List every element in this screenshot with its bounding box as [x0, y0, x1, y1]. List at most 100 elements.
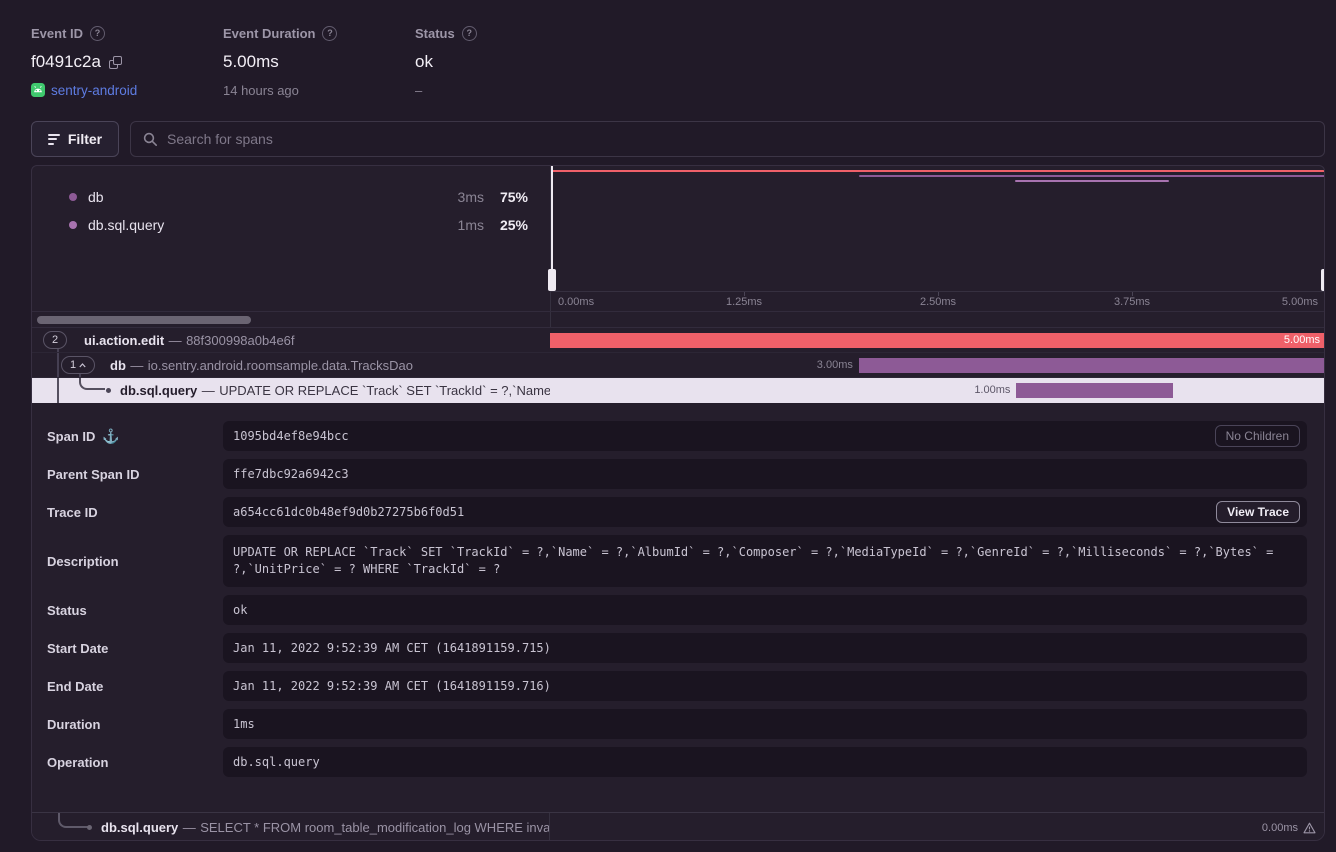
tree-guide-line: [57, 349, 59, 352]
event-duration-column: Event Duration ? 5.00ms 14 hours ago: [223, 24, 415, 99]
tree-scrollbar-thumb[interactable]: [37, 316, 251, 324]
span-bar[interactable]: [550, 333, 1325, 348]
filter-icon: [48, 134, 60, 145]
children-count: 2: [52, 334, 58, 346]
detail-value-box: db.sql.query: [223, 747, 1307, 777]
ops-row-db-sql-query[interactable]: db.sql.query 1ms 25%: [69, 211, 528, 239]
separator: —: [130, 358, 143, 373]
status-value: ok: [415, 52, 433, 72]
help-icon[interactable]: ?: [322, 26, 337, 41]
span-row-ui-action-edit[interactable]: 2 ui.action.edit — 88f300998a0b4e6f 5.00…: [32, 328, 1324, 353]
start-date-value: Jan 11, 2022 9:52:39 AM CET (1641891159.…: [233, 640, 551, 657]
op-duration: 3ms: [440, 189, 484, 205]
operation-value: db.sql.query: [233, 754, 320, 771]
event-id-label: Event ID: [31, 26, 83, 41]
detail-label: Status: [47, 603, 87, 618]
event-id-value: f0491c2a: [31, 52, 101, 72]
detail-row-end-date: End Date Jan 11, 2022 9:52:39 AM CET (16…: [47, 671, 1307, 701]
trace-minimap[interactable]: [551, 166, 1325, 291]
detail-row-span-id: Span ID ⚓ 1095bd4ef8e94bcc No Children: [47, 421, 1307, 451]
span-row-db[interactable]: 1 db — io.sentry.android.roomsample.data…: [32, 353, 1324, 378]
span-dot: [106, 388, 111, 393]
axis-label: 5.00ms: [1282, 296, 1318, 308]
span-description: SELECT * FROM room_table_modification_lo…: [200, 820, 550, 835]
tree-guide-line: [57, 353, 59, 377]
detail-value-box: 1ms: [223, 709, 1307, 739]
detail-row-operation: Operation db.sql.query: [47, 747, 1307, 777]
children-toggle[interactable]: 2: [43, 331, 67, 349]
children-toggle[interactable]: 1: [61, 356, 95, 374]
span-row-db-sql-query-selected[interactable]: db.sql.query — UPDATE OR REPLACE `Track`…: [32, 378, 1324, 403]
span-description: 88f300998a0b4e6f: [186, 333, 294, 348]
anchor-icon[interactable]: ⚓: [102, 429, 119, 443]
span-id-value: 1095bd4ef8e94bcc: [233, 428, 349, 445]
detail-label: Start Date: [47, 641, 108, 656]
minimap-left-grip[interactable]: [548, 269, 556, 291]
span-duration: 5.00ms: [1284, 334, 1320, 347]
detail-row-duration: Duration 1ms: [47, 709, 1307, 739]
span-duration: 0.00ms: [1262, 822, 1298, 834]
copy-icon[interactable]: [109, 56, 122, 69]
filter-button[interactable]: Filter: [31, 121, 119, 157]
filter-button-label: Filter: [68, 131, 102, 147]
minimap-right-grip[interactable]: [1321, 269, 1325, 291]
tree-connector: [58, 813, 89, 828]
separator: —: [183, 820, 196, 835]
children-count: 1: [70, 359, 76, 371]
event-duration-label: Event Duration: [223, 26, 315, 41]
detail-row-description: Description UPDATE OR REPLACE `Track` SE…: [47, 535, 1307, 587]
status-sub: –: [415, 83, 422, 98]
trace-id-value: a654cc61dc0b48ef9d0b27275b6f0d51: [233, 504, 464, 521]
detail-value-box: a654cc61dc0b48ef9d0b27275b6f0d51 View Tr…: [223, 497, 1307, 527]
detail-value-box: Jan 11, 2022 9:52:39 AM CET (1641891159.…: [223, 633, 1307, 663]
ops-row-db[interactable]: db 3ms 75%: [69, 183, 528, 211]
detail-row-trace-id: Trace ID a654cc61dc0b48ef9d0b27275b6f0d5…: [47, 497, 1307, 527]
detail-value-box: UPDATE OR REPLACE `Track` SET `TrackId` …: [223, 535, 1307, 587]
tree-scrollbar: [32, 311, 1324, 328]
status-column: Status ? ok –: [415, 24, 607, 99]
op-color-dot: [69, 221, 77, 229]
detail-value-box: ok: [223, 595, 1307, 625]
end-date-value: Jan 11, 2022 9:52:39 AM CET (1641891159.…: [233, 678, 551, 695]
help-icon[interactable]: ?: [462, 26, 477, 41]
detail-label: Operation: [47, 755, 108, 770]
project-link[interactable]: sentry-android: [51, 83, 137, 98]
span-op: db: [110, 358, 126, 373]
span-bar[interactable]: [1016, 383, 1173, 398]
span-duration: 1.00ms: [974, 384, 1010, 397]
description-value: UPDATE OR REPLACE `Track` SET `TrackId` …: [233, 544, 1297, 578]
detail-row-parent-span-id: Parent Span ID ffe7dbc92a6942c3: [47, 459, 1307, 489]
detail-label: Duration: [47, 717, 100, 732]
span-op: db.sql.query: [120, 383, 197, 398]
trace-view-panel: db 3ms 75% db.sql.query 1ms 25% 0.00ms 1…: [31, 165, 1325, 841]
detail-value-box: ffe7dbc92a6942c3: [223, 459, 1307, 489]
event-id-column: Event ID ? f0491c2a sentry-android: [31, 24, 223, 99]
no-children-badge: No Children: [1215, 425, 1300, 447]
ops-breakdown: db 3ms 75% db.sql.query 1ms 25%: [32, 166, 550, 291]
span-dot: [87, 825, 92, 830]
event-header: Event ID ? f0491c2a sentry-android Event…: [31, 24, 607, 99]
op-name: db: [88, 189, 104, 205]
span-op: db.sql.query: [101, 820, 178, 835]
span-search[interactable]: [130, 121, 1325, 157]
span-row-db-sql-query-select[interactable]: db.sql.query — SELECT * FROM room_table_…: [32, 812, 1324, 841]
op-percentage: 25%: [484, 217, 528, 233]
view-trace-button[interactable]: View Trace: [1216, 501, 1300, 523]
minimap-span-line: [551, 170, 1325, 172]
chevron-up-icon: [79, 363, 86, 368]
separator: —: [202, 383, 215, 398]
span-description: UPDATE OR REPLACE `Track` SET `TrackId` …: [219, 383, 550, 398]
separator: —: [169, 333, 182, 348]
status-label: Status: [415, 26, 455, 41]
minimap-right-handle[interactable]: [1324, 166, 1325, 291]
axis-label: 0.00ms: [558, 296, 594, 308]
warning-icon: [1303, 822, 1316, 834]
search-input[interactable]: [167, 131, 1312, 147]
span-bar[interactable]: [859, 358, 1325, 373]
op-duration: 1ms: [440, 217, 484, 233]
axis-label: 1.25ms: [726, 296, 762, 308]
detail-row-status: Status ok: [47, 595, 1307, 625]
parent-span-id-value: ffe7dbc92a6942c3: [233, 466, 349, 483]
detail-value-box: Jan 11, 2022 9:52:39 AM CET (1641891159.…: [223, 671, 1307, 701]
help-icon[interactable]: ?: [90, 26, 105, 41]
